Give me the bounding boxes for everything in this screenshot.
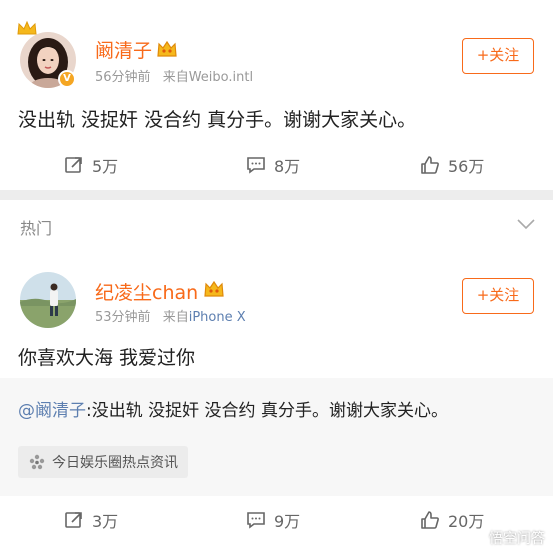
comment-meta: 53分钟前 来自iPhone X	[95, 306, 246, 325]
repost-icon	[65, 157, 82, 173]
post-time: 56分钟前	[95, 70, 151, 85]
post-meta: 56分钟前 来自Weibo.intl	[95, 66, 253, 85]
comment-source[interactable]: iPhone X	[189, 310, 246, 325]
thumbs-up-icon	[421, 156, 439, 174]
avatar[interactable]	[20, 272, 76, 328]
like-button[interactable]: 56万	[420, 143, 484, 187]
comment-button[interactable]: 9万	[246, 498, 300, 542]
quoted-text: :没出轨 没捉奸 没合约 真分手。谢谢大家关心。	[86, 401, 448, 421]
comment-count: 9万	[274, 512, 301, 531]
repost-icon	[65, 512, 82, 528]
quoted-post-text: @阚清子:没出轨 没捉奸 没合约 真分手。谢谢大家关心。	[18, 396, 448, 421]
author-name[interactable]: 纪凌尘chan	[95, 278, 198, 305]
author-name[interactable]: 阚清子	[95, 36, 152, 63]
comment-icon	[247, 157, 265, 174]
follow-button[interactable]: +关注	[462, 38, 534, 74]
post-source: Weibo.intl	[188, 70, 254, 85]
source-prefix: 来自	[162, 310, 189, 325]
wukong-logo-icon	[464, 528, 484, 548]
comment-time: 53分钟前	[95, 310, 151, 325]
post-card: V 阚清子 56分钟前 来自Weibo.intl +关注 没出轨 没捉奸 没合约…	[0, 0, 553, 190]
crown-icon	[17, 20, 37, 35]
topic-tag-label: 今日娱乐圈热点资讯	[52, 455, 178, 471]
comment-count: 8万	[274, 157, 301, 176]
topic-tag[interactable]: 今日娱乐圈热点资讯	[18, 446, 188, 478]
comment-icon	[247, 512, 265, 529]
repost-button[interactable]: 3万	[64, 498, 118, 542]
post-text: 没出轨 没捉奸 没合约 真分手。谢谢大家关心。	[18, 109, 417, 131]
follow-button[interactable]: +关注	[462, 278, 534, 314]
repost-count: 5万	[92, 157, 119, 176]
repost-button[interactable]: 5万	[64, 143, 118, 187]
mention-link[interactable]: @阚清子	[18, 401, 86, 421]
watermark: 悟空问答	[463, 527, 545, 549]
repost-count: 3万	[92, 512, 119, 531]
verified-badge-icon: V	[58, 70, 76, 88]
hot-section-label: 热门	[20, 219, 53, 238]
vip-crown-icon	[204, 280, 224, 297]
comment-card: 纪凌尘chan 53分钟前 来自iPhone X +关注 你喜欢大海 我爱过你 …	[0, 250, 553, 553]
comment-text: 你喜欢大海 我爱过你	[18, 347, 196, 369]
comment-button[interactable]: 8万	[246, 143, 300, 187]
like-count: 56万	[448, 157, 485, 176]
chevron-down-icon[interactable]	[517, 218, 535, 230]
post-actions: 5万 8万 56万	[0, 143, 553, 187]
source-prefix: 来自	[162, 70, 189, 85]
hot-section-header[interactable]: 热门	[0, 200, 553, 250]
watermark-text: 悟空问答	[489, 531, 545, 547]
thumbs-up-icon	[421, 511, 439, 529]
vip-crown-icon	[157, 40, 177, 57]
quoted-post[interactable]: @阚清子:没出轨 没捉奸 没合约 真分手。谢谢大家关心。 今日娱乐圈热点资讯	[0, 378, 553, 496]
flower-icon	[29, 454, 45, 470]
